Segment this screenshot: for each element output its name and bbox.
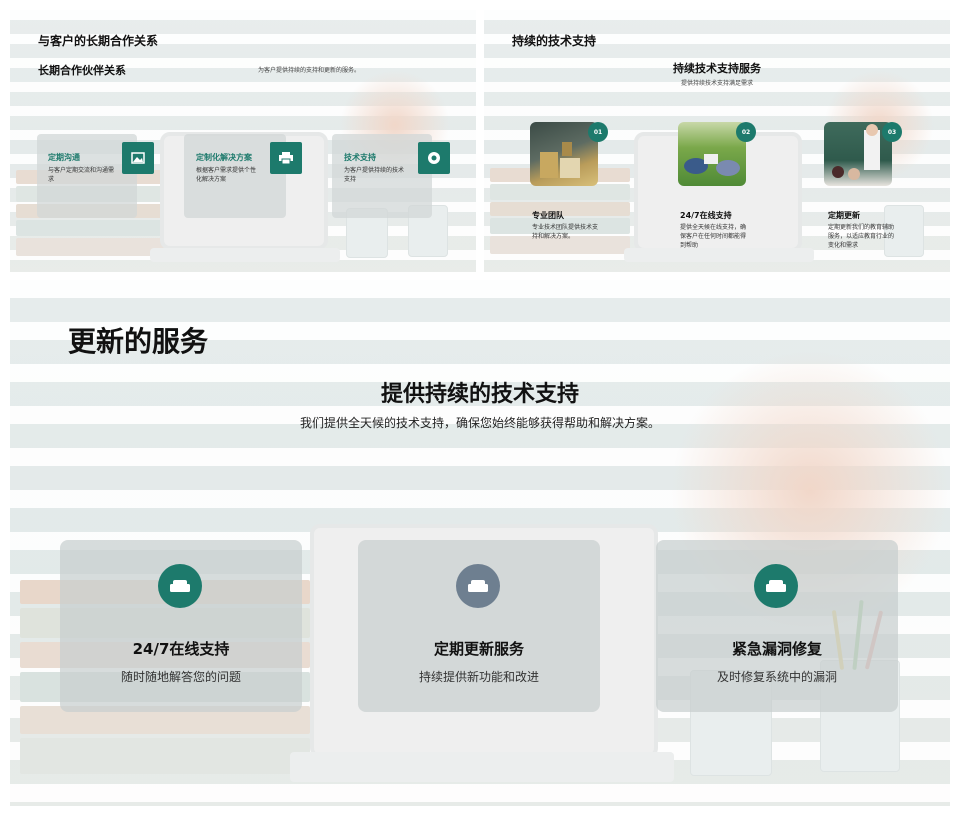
item-heading: 定期更新 (828, 211, 860, 220)
item-desc: 专业技术团队提供技术支持和解决方案。 (532, 224, 599, 240)
laptop-base-decoration (624, 248, 814, 262)
service-card-emergency-fix: 紧急漏洞修复 及时修复系统中的漏洞 (656, 540, 898, 712)
service-card-online-support: 24/7在线支持 随时随地解答您的问题 (60, 540, 302, 712)
card-heading: 紧急漏洞修复 (731, 640, 822, 658)
slide-title: 持续的技术支持 (512, 34, 597, 48)
slide-main[interactable]: 更新的服务 提供持续的技术支持 我们提供全天候的技术支持，确保您始终能够获得帮助… (10, 280, 950, 806)
laptop-base-decoration (150, 248, 340, 262)
card-heading: 定制化解决方案 (196, 153, 252, 162)
image-icon (122, 142, 154, 174)
sofa-icon (754, 564, 798, 608)
slide-subtitle: 长期合作伙伴关系 (38, 64, 126, 77)
lifebuoy-icon (418, 142, 450, 174)
item-desc: 定期更新我们的教育辅助服务，以适应教育行业的变化和需求 (828, 224, 895, 249)
card-heading: 定期沟通 (48, 153, 80, 162)
step-number-badge: 03 (882, 122, 902, 142)
card-heading: 技术支持 (344, 153, 376, 162)
slide-title: 与客户的长期合作关系 (38, 34, 159, 48)
laptop-base-decoration (290, 752, 674, 782)
card-desc: 与客户定期交流和沟通需求 (48, 167, 115, 183)
slide-thumbnail-2[interactable]: 持续的技术支持 持续技术支持服务 提供持续技术支持满足需求 01 专业团队 专业… (484, 10, 950, 272)
card-desc: 随时随地解答您的问题 (120, 670, 241, 684)
card-heading: 24/7在线支持 (132, 640, 230, 658)
item-heading: 专业团队 (532, 211, 564, 220)
sofa-icon (158, 564, 202, 608)
step-number-badge: 01 (588, 122, 608, 142)
slide-thumbnail-1[interactable]: 与客户的长期合作关系 长期合作伙伴关系 为客户提供持续的支持和更新的服务。 定期… (10, 10, 476, 272)
item-desc: 提供全天候在线支持，确保客户在任何时间都能得到帮助 (680, 224, 747, 249)
card-heading: 定期更新服务 (433, 640, 524, 658)
slide-subtitle: 持续技术支持服务 (673, 62, 761, 75)
sofa-icon (456, 564, 500, 608)
slide-title: 更新的服务 (68, 325, 209, 358)
card-desc: 为客户提供持续的技术支持 (344, 167, 405, 183)
card-desc: 根据客户需求提供个性化解决方案 (196, 167, 257, 183)
service-card-regular-updates: 定期更新服务 持续提供新功能和改进 (358, 540, 600, 712)
card-desc: 持续提供新功能和改进 (418, 670, 539, 684)
printer-icon (270, 142, 302, 174)
step-number-badge: 02 (736, 122, 756, 142)
slide-note: 为客户提供持续的支持和更新的服务。 (258, 67, 361, 74)
slide-note: 提供持续技术支持满足需求 (680, 80, 753, 87)
card-desc: 及时修复系统中的漏洞 (716, 670, 837, 684)
item-heading: 24/7在线支持 (680, 211, 732, 220)
subline: 我们提供全天候的技术支持，确保您始终能够获得帮助和解决方案。 (299, 416, 660, 430)
headline: 提供持续的技术支持 (380, 382, 579, 407)
